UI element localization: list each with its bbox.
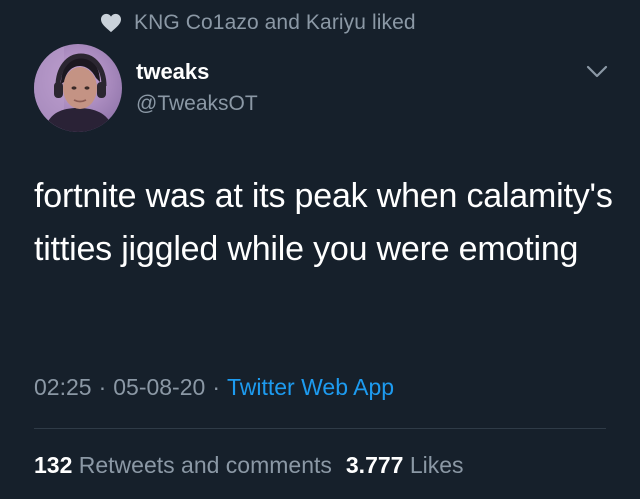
meta-separator: · xyxy=(98,374,107,400)
avatar[interactable] xyxy=(34,44,122,132)
likes-stat[interactable]: 3.777 Likes xyxy=(346,452,464,478)
tweet-time[interactable]: 02:25 xyxy=(34,374,92,400)
author-name[interactable]: tweaks xyxy=(136,59,209,85)
author-handle[interactable]: @TweaksOT xyxy=(136,92,258,116)
tweet-text: fortnite was at its peak when calamity's… xyxy=(34,177,613,268)
retweets-label: Retweets and comments xyxy=(78,452,332,478)
tweet-stats: 132 Retweets and comments 3.777 Likes xyxy=(34,452,464,479)
chevron-down-icon[interactable] xyxy=(586,64,608,80)
tweet-meta: 02:25 · 05-08-20 · Twitter Web App xyxy=(34,374,394,401)
meta-separator: · xyxy=(212,374,220,400)
tweet-source-link[interactable]: Twitter Web App xyxy=(227,374,394,400)
liked-by-text: KNG Co1azo and Kariyu liked xyxy=(134,11,416,34)
social-context[interactable]: KNG Co1azo and Kariyu liked xyxy=(100,10,416,36)
divider xyxy=(34,428,606,429)
tweet-date[interactable]: 05-08-20 xyxy=(113,374,205,400)
avatar-image xyxy=(34,44,122,132)
heart-icon xyxy=(101,13,121,33)
likes-count: 3.777 xyxy=(345,452,404,478)
retweets-count: 132 xyxy=(34,452,73,478)
retweets-stat[interactable]: 132 Retweets and comments xyxy=(34,452,332,478)
likes-label: Likes xyxy=(409,452,464,478)
